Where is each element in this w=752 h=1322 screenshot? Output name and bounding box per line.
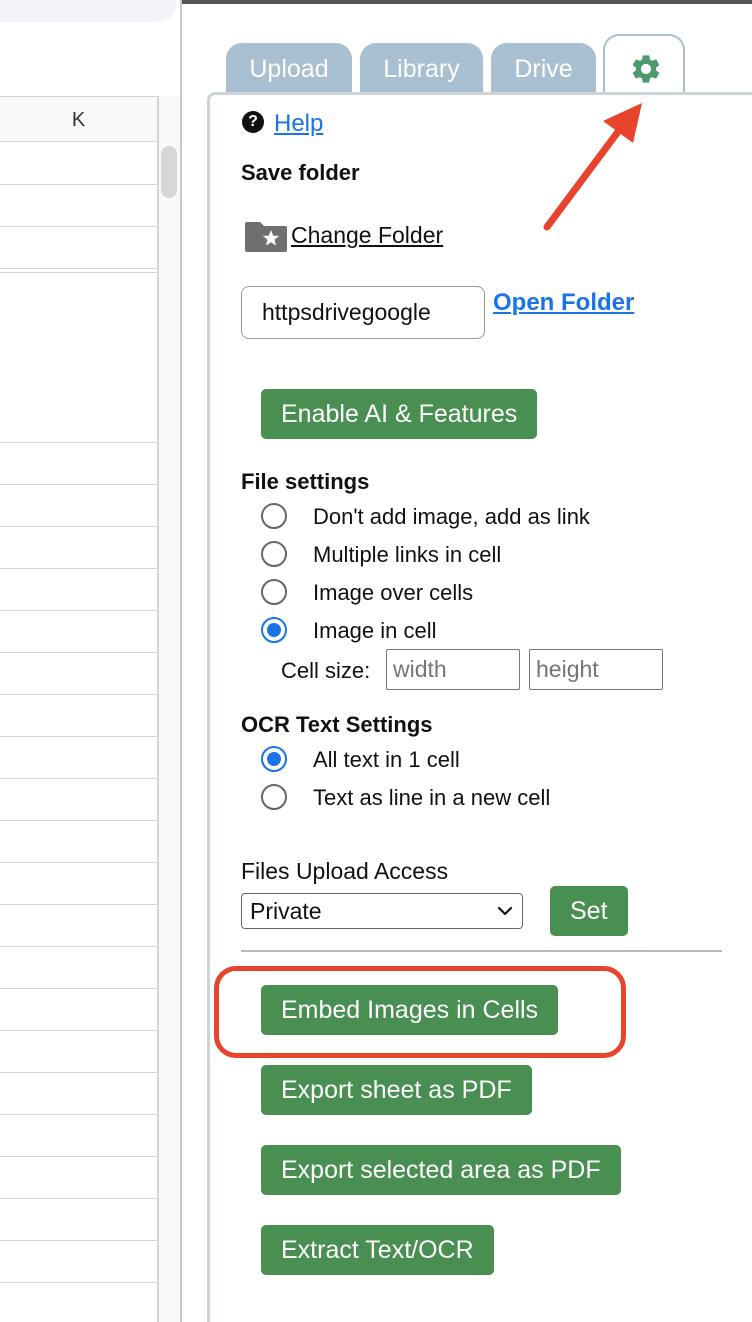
row-line [0,484,158,485]
row-line [0,778,158,779]
row-line [0,694,158,695]
column-header-k[interactable]: K [0,96,158,142]
row-line [0,862,158,863]
vertical-scrollbar-track[interactable] [158,96,180,1322]
save-folder-title: Save folder [241,160,360,185]
row-line [0,1198,158,1199]
tab-settings[interactable] [603,34,685,92]
row-line [0,226,158,227]
radio-image-over-cells[interactable] [261,579,287,605]
radio-all-text-one-cell-label: All text in 1 cell [313,747,460,772]
column-divider [157,142,158,1322]
question-icon: ? [242,111,264,133]
row-line [0,568,158,569]
export-selected-area-pdf-button[interactable]: Export selected area as PDF [261,1145,621,1195]
embed-images-button[interactable]: Embed Images in Cells [261,985,559,1035]
radio-image-over-cells-label: Image over cells [313,580,474,605]
divider [241,950,722,952]
radio-image-in-cell[interactable] [261,617,287,643]
row-line [0,820,158,821]
row-line [0,272,158,273]
export-sheet-pdf-button[interactable]: Export sheet as PDF [261,1065,532,1115]
cell-width-input[interactable] [386,649,520,690]
scrollbar-thumb[interactable] [161,146,177,198]
file-settings-title: File settings [241,469,370,494]
radio-multiple-links-label: Multiple links in cell [313,542,502,567]
row-line [0,1156,158,1157]
set-access-button[interactable]: Set [550,886,628,936]
enable-ai-features-button[interactable]: Enable AI & Features [261,389,538,439]
ocr-settings-title: OCR Text Settings [241,712,433,737]
row-line [0,1030,158,1031]
radio-all-text-one-cell[interactable] [261,746,287,772]
cell-height-input[interactable] [529,649,663,690]
help-link[interactable]: Help [274,110,323,138]
radio-text-line-new-cell[interactable] [261,784,287,810]
tab-drive[interactable]: Drive [491,43,596,95]
gear-icon [632,55,660,83]
row-line [0,268,158,269]
radio-text-line-new-cell-label: Text as line in a new cell [313,785,551,810]
row-line [0,736,158,737]
toolbar-fragment [0,0,176,22]
radio-image-in-cell-label: Image in cell [313,618,437,643]
row-line [0,946,158,947]
row-line [0,652,158,653]
row-line [0,904,158,905]
spreadsheet-area: K [0,0,182,1322]
folder-url-input[interactable] [241,286,485,339]
row-line [0,1114,158,1115]
upload-access-title: Files Upload Access [241,858,449,884]
radio-add-as-link[interactable] [261,503,287,529]
radio-add-as-link-label: Don't add image, add as link [313,504,590,529]
folder-star-icon [245,222,287,252]
cell-size-label: Cell size: [281,658,371,683]
row-line [0,610,158,611]
row-line [0,526,158,527]
window-top-edge [182,0,752,4]
annotation-arrow-icon [543,103,642,231]
tab-upload[interactable]: Upload [226,43,352,95]
open-folder-link[interactable]: Open Folder [493,289,634,317]
row-line [0,988,158,989]
settings-panel [207,92,752,1322]
upload-access-select[interactable]: Private [241,893,523,929]
radio-multiple-links[interactable] [261,541,287,567]
row-line [0,442,158,443]
tab-library[interactable]: Library [360,43,483,95]
change-folder-link[interactable]: Change Folder [291,222,443,249]
row-line [0,1072,158,1073]
row-line [0,184,158,185]
extract-text-ocr-button[interactable]: Extract Text/OCR [261,1225,494,1275]
row-line [0,1240,158,1241]
row-line [0,1282,158,1283]
upload-access-value: Private [250,898,322,924]
chevron-down-icon [497,906,513,916]
